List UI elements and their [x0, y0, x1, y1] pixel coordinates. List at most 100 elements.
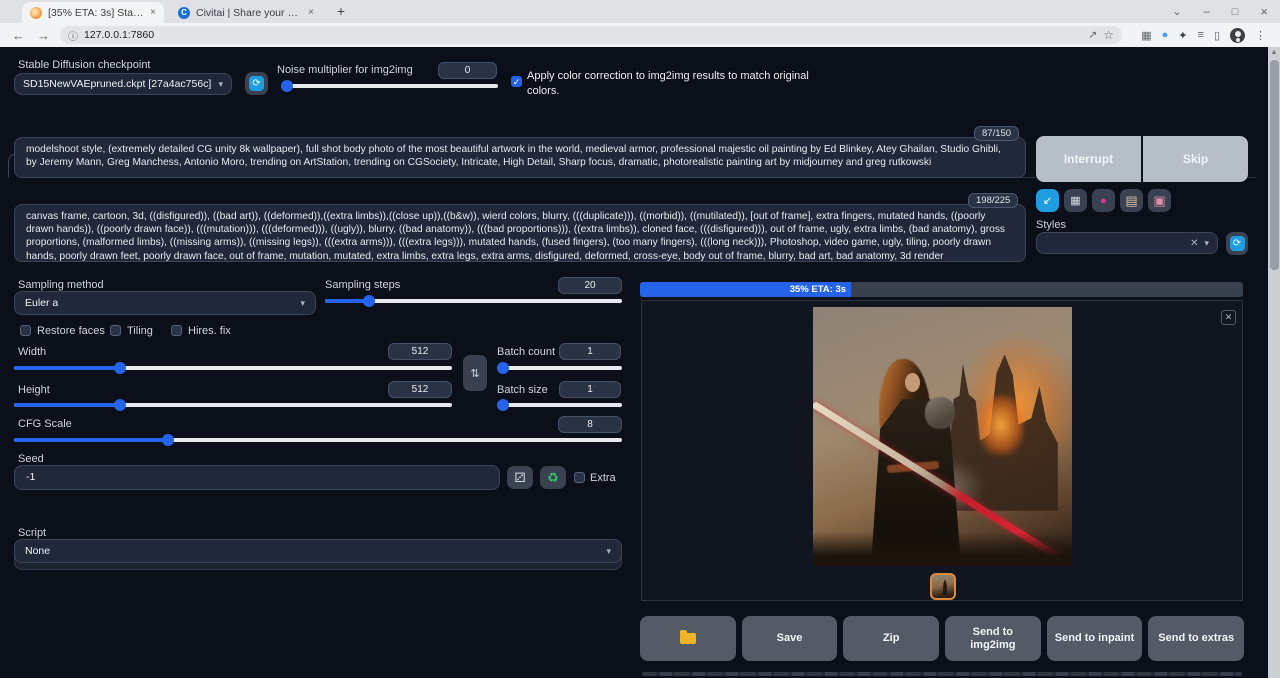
sampling-method-label: Sampling method — [18, 279, 104, 291]
progress-bar: 35% ETA: 3s — [640, 282, 1243, 297]
menu-kebab-icon[interactable]: ⋮ — [1255, 29, 1266, 42]
gallery-thumbnail[interactable] — [930, 573, 956, 600]
sampling-steps-value[interactable]: 20 — [558, 277, 622, 294]
tab-close-icon[interactable]: × — [308, 7, 314, 18]
profile-avatar[interactable] — [1230, 28, 1245, 43]
page-scrollbar[interactable]: ▲ — [1268, 47, 1280, 678]
tiling-checkbox[interactable] — [110, 325, 121, 336]
clear-prompt-trash-icon[interactable]: ▦ — [1064, 189, 1087, 212]
checkpoint-value: SD15NewVAEpruned.ckpt [27a4ac756c] — [23, 78, 211, 90]
site-info-icon[interactable]: ⓘ — [68, 28, 78, 43]
window-close-icon[interactable]: × — [1260, 4, 1268, 19]
batch-size-slider[interactable] — [497, 403, 622, 407]
browser-tabstrip: [35% ETA: 3s] Stable Diffusion × C Civit… — [0, 0, 1280, 23]
script-value: None — [25, 545, 50, 557]
batch-count-slider[interactable] — [497, 366, 622, 370]
url-text: 127.0.0.1:7860 — [84, 29, 154, 41]
random-seed-dice-button[interactable]: ⚂ — [507, 466, 533, 489]
negative-prompt-textarea[interactable]: canvas frame, cartoon, 3d, ((disfigured)… — [14, 204, 1026, 262]
share-icon[interactable]: ↗ — [1088, 29, 1097, 41]
slider-knob[interactable] — [162, 434, 174, 446]
close-image-icon[interactable]: ✕ — [1221, 310, 1236, 325]
zip-button[interactable]: Zip — [843, 616, 939, 661]
reuse-seed-recycle-button[interactable]: ♻ — [540, 466, 566, 489]
side-panel-icon[interactable]: ▯ — [1214, 29, 1220, 42]
sampling-steps-slider[interactable] — [325, 299, 622, 303]
slider-knob[interactable] — [281, 80, 293, 92]
cfg-scale-value[interactable]: 8 — [558, 416, 622, 433]
width-slider[interactable] — [14, 366, 452, 370]
slider-knob[interactable] — [114, 362, 126, 374]
window-maximize-icon[interactable]: □ — [1232, 6, 1239, 18]
cfg-scale-label: CFG Scale — [18, 418, 72, 430]
batch-size-value[interactable]: 1 — [559, 381, 621, 398]
seed-input[interactable]: -1 — [14, 465, 500, 490]
slider-knob[interactable] — [114, 399, 126, 411]
checkpoint-refresh-button[interactable]: ⟳ — [245, 72, 268, 95]
back-icon[interactable]: ← — [12, 28, 25, 43]
chevron-down-icon: ▾ — [606, 546, 611, 557]
address-bar[interactable]: ⓘ 127.0.0.1:7860 ↗ ☆ — [60, 26, 1122, 44]
checkpoint-dropdown[interactable]: SD15NewVAEpruned.ckpt [27a4ac756c] ▾ — [14, 73, 232, 95]
sampling-method-dropdown[interactable]: Euler a ▾ — [14, 291, 316, 315]
styles-dropdown[interactable]: ✕ ▾ — [1036, 232, 1218, 254]
open-folder-button[interactable] — [640, 616, 736, 661]
ground — [813, 532, 1072, 566]
swap-dimensions-button[interactable]: ⇅ — [463, 355, 487, 391]
height-value[interactable]: 512 — [388, 381, 452, 398]
send-to-extras-button[interactable]: Send to extras — [1148, 616, 1244, 661]
scroll-up-icon[interactable]: ▲ — [1268, 47, 1280, 56]
window-minimize-icon[interactable]: – — [1204, 6, 1210, 18]
apply-style-clipboard-icon[interactable]: ▤ — [1120, 189, 1143, 212]
slider-knob[interactable] — [497, 362, 509, 374]
width-value[interactable]: 512 — [388, 343, 452, 360]
extra-seed-checkbox[interactable] — [574, 472, 585, 483]
browser-tab-civitai[interactable]: C Civitai | Share your models × — [170, 2, 322, 23]
reading-list-icon[interactable]: ≡ — [1198, 29, 1204, 41]
slider-knob[interactable] — [497, 399, 509, 411]
extensions-puzzle-icon[interactable]: ✦ — [1178, 29, 1187, 42]
interrupt-button[interactable]: Interrupt — [1036, 136, 1141, 182]
noise-multiplier-value[interactable]: 0 — [438, 62, 497, 79]
webui-page: Stable Diffusion checkpoint SD15NewVAEpr… — [0, 47, 1270, 678]
send-to-img2img-button[interactable]: Send to img2img — [945, 616, 1041, 661]
script-dropdown[interactable]: None ▾ — [14, 539, 622, 563]
restore-faces-checkbox[interactable] — [20, 325, 31, 336]
extra-networks-palette-icon[interactable]: ● — [1092, 189, 1115, 212]
forward-icon[interactable]: → — [37, 28, 50, 43]
bookmark-star-icon[interactable]: ☆ — [1103, 28, 1114, 42]
extension-dot-icon[interactable]: ● — [1162, 29, 1169, 41]
height-slider[interactable] — [14, 403, 452, 407]
tab-close-icon[interactable]: × — [150, 7, 156, 18]
paste-params-button[interactable]: ↙ — [1036, 189, 1059, 212]
clear-styles-icon[interactable]: ✕ — [1190, 238, 1198, 249]
scrollbar-thumb[interactable] — [1270, 60, 1279, 270]
save-button[interactable]: Save — [742, 616, 838, 661]
output-buttons: Save Zip Send to img2img Send to inpaint… — [640, 616, 1244, 661]
save-style-icon[interactable]: ▣ — [1148, 189, 1171, 212]
window-chevron-icon[interactable]: ⌄ — [1172, 5, 1181, 18]
skip-button[interactable]: Skip — [1143, 136, 1248, 182]
color-correction-checkbox[interactable]: ✓ — [511, 76, 522, 87]
checkpoint-label: Stable Diffusion checkpoint — [18, 59, 151, 71]
generated-image[interactable] — [813, 307, 1072, 566]
sampling-steps-label: Sampling steps — [325, 279, 400, 291]
color-correction-label: Apply color correction to img2img result… — [527, 69, 827, 98]
hires-fix-checkbox[interactable] — [171, 325, 182, 336]
width-label: Width — [18, 346, 46, 358]
browser-tab-stable-diffusion[interactable]: [35% ETA: 3s] Stable Diffusion × — [22, 2, 164, 23]
tiling-label: Tiling — [127, 325, 153, 337]
send-to-inpaint-button[interactable]: Send to inpaint — [1047, 616, 1143, 661]
extension-grid-icon[interactable]: ▦ — [1141, 29, 1151, 42]
new-tab-button[interactable]: + — [332, 3, 350, 21]
figure-pauldron — [925, 397, 955, 429]
noise-multiplier-slider[interactable] — [281, 84, 498, 88]
slider-knob[interactable] — [363, 295, 375, 307]
batch-count-label: Batch count — [497, 346, 555, 358]
styles-label: Styles — [1036, 219, 1066, 231]
styles-refresh-button[interactable]: ⟳ — [1226, 232, 1248, 255]
prompt-textarea[interactable]: modelshoot style, (extremely detailed CG… — [14, 137, 1026, 178]
tab-title: [35% ETA: 3s] Stable Diffusion — [48, 7, 144, 19]
cfg-scale-slider[interactable] — [14, 438, 622, 442]
batch-count-value[interactable]: 1 — [559, 343, 621, 360]
